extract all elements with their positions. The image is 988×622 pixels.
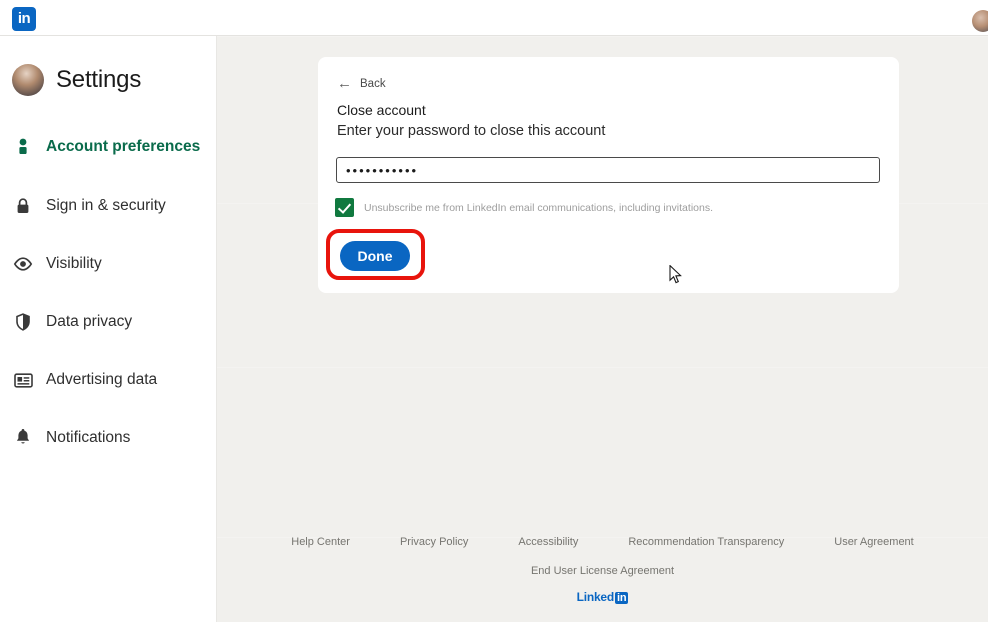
background-band [217, 367, 988, 368]
footer-link-help-center[interactable]: Help Center [291, 536, 350, 548]
top-header-bar: in [0, 0, 988, 36]
ad-card-icon [13, 370, 33, 390]
footer-link-privacy-policy[interactable]: Privacy Policy [400, 536, 468, 548]
password-input[interactable] [336, 157, 880, 183]
footer-link-recommendation-transparency[interactable]: Recommendation Transparency [628, 536, 784, 548]
card-title: Close account [337, 102, 426, 118]
done-button[interactable]: Done [340, 241, 410, 271]
settings-sidebar: Settings Account preferences Sign in & s… [0, 36, 217, 622]
sidebar-item-label: Account preferences [46, 138, 201, 155]
sidebar-item-label: Sign in & security [46, 197, 166, 214]
linkedin-logo-icon[interactable]: in [12, 7, 36, 31]
back-link[interactable]: ← Back [337, 76, 386, 91]
shield-icon [13, 312, 33, 332]
settings-header: Settings [12, 64, 141, 96]
background-band [217, 36, 988, 37]
footer-linkedin-logo: Linked in [217, 590, 988, 604]
arrow-left-icon: ← [337, 75, 352, 92]
bell-icon [13, 428, 33, 448]
footer-links-primary: Help Center Privacy Policy Accessibility… [217, 536, 988, 548]
sidebar-item-data-privacy[interactable]: Data privacy [0, 305, 217, 339]
page-title: Settings [56, 66, 142, 93]
avatar[interactable] [12, 64, 44, 96]
sidebar-item-label: Visibility [46, 255, 102, 272]
unsubscribe-checkbox[interactable] [335, 198, 354, 217]
main-content: ← Back Close account Enter your password… [217, 36, 988, 622]
footer-eula-row: End User License Agreement [217, 561, 988, 579]
sidebar-item-sign-in-security[interactable]: Sign in & security [0, 189, 217, 223]
footer-link-accessibility[interactable]: Accessibility [518, 536, 578, 548]
unsubscribe-row: Unsubscribe me from LinkedIn email commu… [335, 198, 713, 218]
sidebar-item-visibility[interactable]: Visibility [0, 247, 217, 281]
header-avatar[interactable] [972, 10, 988, 32]
person-icon [13, 137, 33, 157]
back-label: Back [360, 77, 386, 90]
footer-link-eula[interactable]: End User License Agreement [531, 565, 674, 577]
lock-icon [13, 196, 33, 216]
mouse-cursor-pointer [669, 265, 682, 284]
footer-logo-text: Linked [576, 590, 615, 604]
footer-logo-badge: in [615, 592, 629, 604]
sidebar-item-label: Advertising data [46, 371, 158, 388]
eye-icon [13, 254, 33, 274]
sidebar-item-account-preferences[interactable]: Account preferences [0, 130, 217, 164]
sidebar-item-advertising-data[interactable]: Advertising data [0, 363, 217, 397]
sidebar-item-notifications[interactable]: Notifications [0, 421, 217, 455]
sidebar-item-label: Notifications [46, 429, 131, 446]
footer: Help Center Privacy Policy Accessibility… [217, 536, 988, 604]
close-account-card: ← Back Close account Enter your password… [318, 57, 899, 293]
footer-link-user-agreement[interactable]: User Agreement [834, 536, 913, 548]
sidebar-item-label: Data privacy [46, 313, 133, 330]
card-subtitle: Enter your password to close this accoun… [337, 123, 606, 139]
unsubscribe-label: Unsubscribe me from LinkedIn email commu… [364, 202, 713, 214]
